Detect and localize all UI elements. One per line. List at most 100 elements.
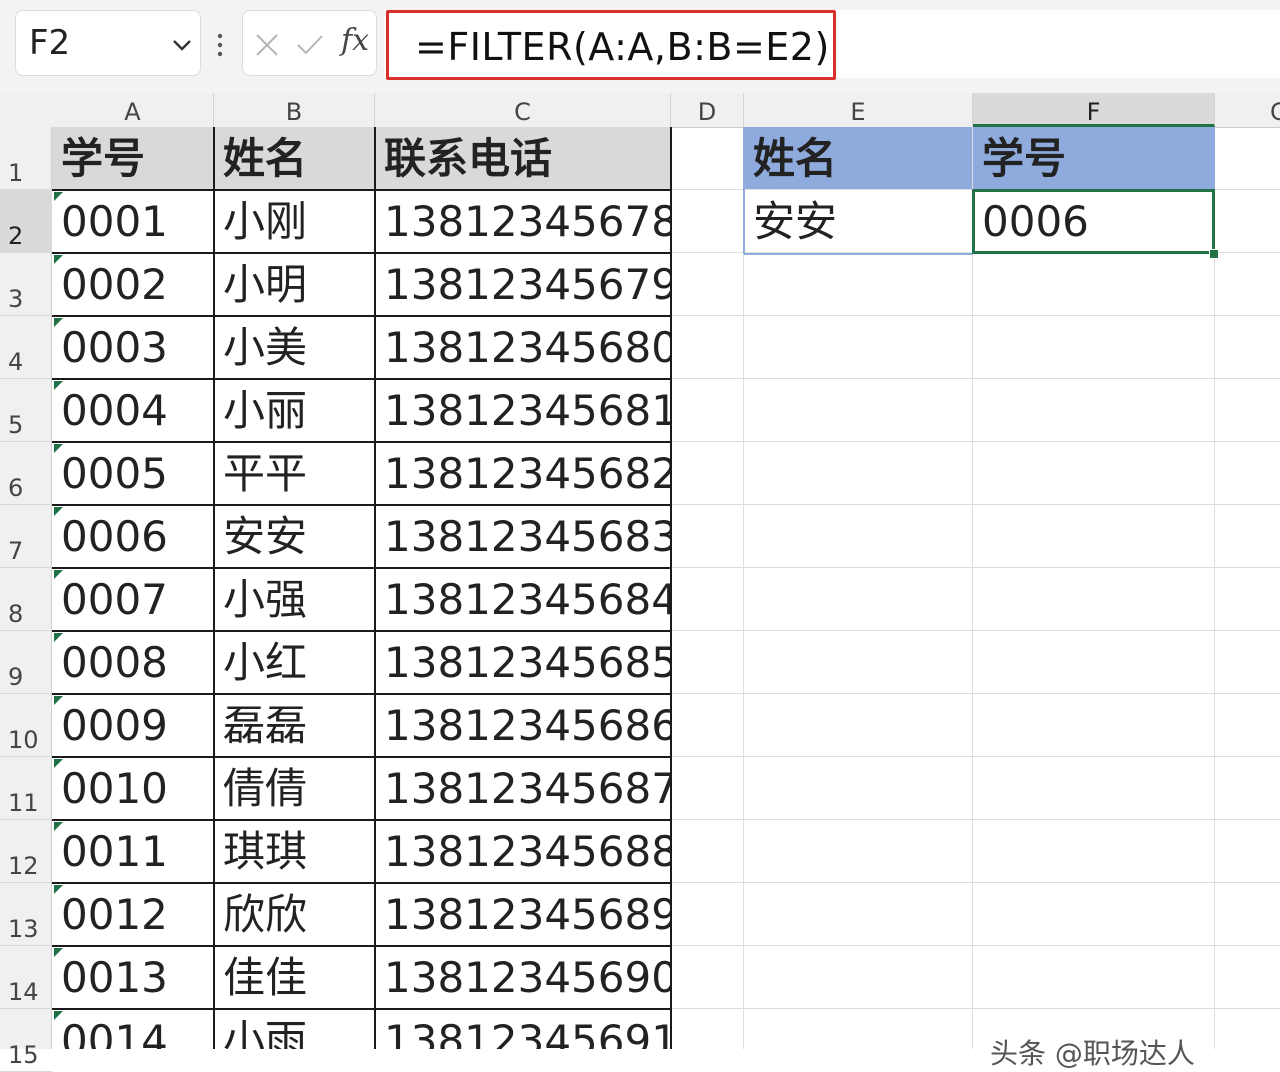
lookup-header-name[interactable]: 姓名 xyxy=(744,127,972,189)
column-header-a[interactable]: A xyxy=(52,93,214,127)
table-border xyxy=(52,819,672,821)
row-header-10[interactable]: 10 xyxy=(0,694,52,757)
table-cell-name[interactable]: 小美 xyxy=(214,316,375,379)
table-cell-name[interactable]: 磊磊 xyxy=(214,694,375,757)
table-cell-phone[interactable]: 13812345679 xyxy=(375,253,671,316)
table-cell-id[interactable]: 0012 xyxy=(52,883,214,946)
table-cell-phone[interactable]: 13812345686 xyxy=(375,694,671,757)
row-header-14[interactable]: 14 xyxy=(0,946,52,1009)
row-header-2[interactable]: 2 xyxy=(0,190,52,253)
table-cell-id[interactable]: 0011 xyxy=(52,820,214,883)
table-cell-phone[interactable]: 13812345678 xyxy=(375,190,671,253)
gridline xyxy=(671,567,1280,568)
header-cell-phone[interactable]: 联系电话 xyxy=(375,127,671,190)
column-header-d[interactable]: D xyxy=(671,93,744,127)
table-border xyxy=(374,127,376,1049)
more-options-icon[interactable] xyxy=(216,30,224,60)
row-header-3[interactable]: 3 xyxy=(0,253,52,316)
lookup-name-cell[interactable]: 安安 xyxy=(744,190,972,253)
lookup-border xyxy=(743,127,745,254)
table-cell-id[interactable]: 0013 xyxy=(52,946,214,1009)
table-cell-phone[interactable]: 13812345684 xyxy=(375,568,671,631)
name-box-value: F2 xyxy=(29,23,71,63)
table-cell-name[interactable]: 琪琪 xyxy=(214,820,375,883)
row-header-15[interactable]: 15 xyxy=(0,1009,52,1072)
table-cell-phone[interactable]: 13812345688 xyxy=(375,820,671,883)
table-cell-phone[interactable]: 13812345681 xyxy=(375,379,671,442)
table-border xyxy=(52,882,672,884)
row-header-7[interactable]: 7 xyxy=(0,505,52,568)
table-cell-name[interactable]: 小强 xyxy=(214,568,375,631)
insert-function-icon[interactable]: fx xyxy=(341,23,369,58)
table-cell-name[interactable]: 欣欣 xyxy=(214,883,375,946)
row-header-1[interactable]: 1 xyxy=(0,127,52,190)
table-border xyxy=(52,567,672,569)
table-cell-phone[interactable]: 13812345680 xyxy=(375,316,671,379)
column-header-f[interactable]: F xyxy=(973,93,1215,127)
table-cell-name[interactable]: 小雨 xyxy=(214,1009,375,1049)
table-border xyxy=(52,504,672,506)
row-header-5[interactable]: 5 xyxy=(0,379,52,442)
table-border xyxy=(52,189,672,191)
gridline xyxy=(671,882,1280,883)
row-header-12[interactable]: 12 xyxy=(0,820,52,883)
table-cell-id[interactable]: 0001 xyxy=(52,190,214,253)
header-cell-student-id[interactable]: 学号 xyxy=(52,127,214,190)
text-number-indicator xyxy=(54,759,63,768)
row-header-13[interactable]: 13 xyxy=(0,883,52,946)
text-number-indicator xyxy=(54,885,63,894)
table-cell-id[interactable]: 0005 xyxy=(52,442,214,505)
table-cell-phone[interactable]: 13812345685 xyxy=(375,631,671,694)
table-cell-name[interactable]: 佳佳 xyxy=(214,946,375,1009)
gridline xyxy=(671,756,1280,757)
row-header-4[interactable]: 4 xyxy=(0,316,52,379)
table-cell-name[interactable]: 平平 xyxy=(214,442,375,505)
table-cell-name[interactable]: 小明 xyxy=(214,253,375,316)
column-header-e[interactable]: E xyxy=(744,93,973,127)
table-cell-id[interactable]: 0007 xyxy=(52,568,214,631)
table-cell-name[interactable]: 小刚 xyxy=(214,190,375,253)
text-number-indicator xyxy=(54,381,63,390)
table-cell-phone[interactable]: 13812345687 xyxy=(375,757,671,820)
fill-handle[interactable] xyxy=(1209,249,1219,259)
gridline xyxy=(1214,127,1215,1049)
column-header-c[interactable]: C xyxy=(375,93,671,127)
gridline xyxy=(671,504,1280,505)
row-header-8[interactable]: 8 xyxy=(0,568,52,631)
table-cell-name[interactable]: 小红 xyxy=(214,631,375,694)
table-cell-phone[interactable]: 13812345683 xyxy=(375,505,671,568)
formula-bar: F2 fx =FILTER(A:A,B:B=E2) xyxy=(0,0,1280,93)
header-cell-name[interactable]: 姓名 xyxy=(214,127,375,190)
confirm-icon[interactable] xyxy=(296,34,324,56)
active-cell-selection[interactable] xyxy=(972,189,1215,254)
column-header-g[interactable]: G xyxy=(1215,93,1280,127)
table-cell-id[interactable]: 0004 xyxy=(52,379,214,442)
table-cell-name[interactable]: 安安 xyxy=(214,505,375,568)
table-cell-phone[interactable]: 13812345690 xyxy=(375,946,671,1009)
table-cell-id[interactable]: 0003 xyxy=(52,316,214,379)
table-cell-name[interactable]: 倩倩 xyxy=(214,757,375,820)
text-number-indicator xyxy=(54,696,63,705)
cancel-icon[interactable] xyxy=(255,33,279,57)
row-header-6[interactable]: 6 xyxy=(0,442,52,505)
gridline xyxy=(743,127,744,1049)
table-cell-phone[interactable]: 13812345691 xyxy=(375,1009,671,1049)
chevron-down-icon[interactable] xyxy=(172,39,192,51)
table-cell-id[interactable]: 0008 xyxy=(52,631,214,694)
table-cell-id[interactable]: 0009 xyxy=(52,694,214,757)
table-cell-id[interactable]: 0002 xyxy=(52,253,214,316)
row-header-11[interactable]: 11 xyxy=(0,757,52,820)
lookup-header-id[interactable]: 学号 xyxy=(973,127,1215,189)
table-cell-id[interactable]: 0014 xyxy=(52,1009,214,1049)
row-header-9[interactable]: 9 xyxy=(0,631,52,694)
table-cell-name[interactable]: 小丽 xyxy=(214,379,375,442)
gridline xyxy=(671,441,1280,442)
column-header-b[interactable]: B xyxy=(214,93,375,127)
table-cell-phone[interactable]: 13812345689 xyxy=(375,883,671,946)
table-cell-phone[interactable]: 13812345682 xyxy=(375,442,671,505)
table-cell-id[interactable]: 0010 xyxy=(52,757,214,820)
table-cell-id[interactable]: 0006 xyxy=(52,505,214,568)
formula-buttons: fx xyxy=(242,10,377,76)
formula-input[interactable]: =FILTER(A:A,B:B=E2) xyxy=(386,10,836,80)
name-box[interactable]: F2 xyxy=(15,10,201,76)
